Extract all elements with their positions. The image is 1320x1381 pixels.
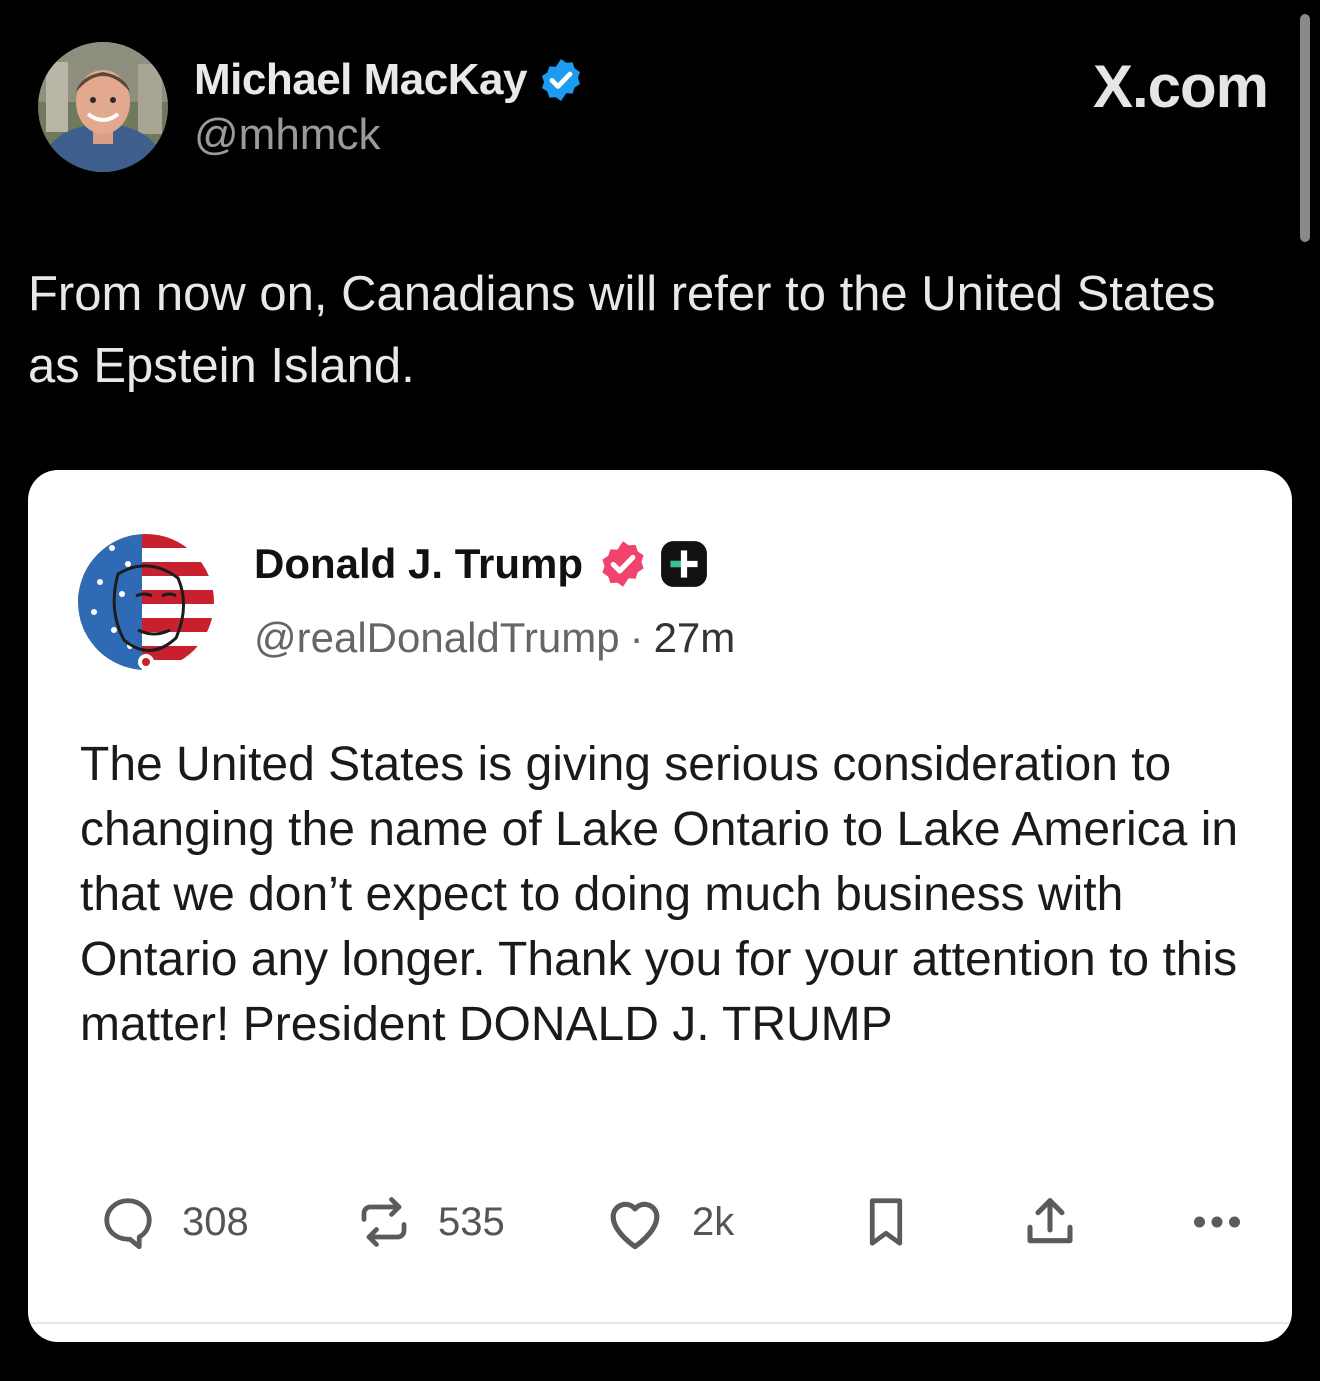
quoted-author-name[interactable]: Donald J. Trump bbox=[254, 540, 583, 588]
quoted-post-text: The United States is giving serious cons… bbox=[80, 738, 1239, 1051]
quoted-author-handle[interactable]: @realDonaldTrump bbox=[254, 614, 620, 662]
tweet-text: From now on, Canadians will refer to the… bbox=[28, 267, 1216, 393]
like-count: 2k bbox=[692, 1199, 735, 1244]
like-button[interactable]: 2k bbox=[602, 1192, 734, 1252]
reply-icon bbox=[104, 1198, 152, 1250]
action-bar: 308 535 2k bbox=[98, 1192, 1240, 1252]
repost-button[interactable]: 535 bbox=[354, 1192, 505, 1252]
bookmark-button[interactable] bbox=[856, 1192, 916, 1252]
quoted-author-avatar[interactable] bbox=[78, 534, 214, 670]
quoted-post-card[interactable]: Donald J. Trump @realDonaldTrump · 27m T… bbox=[28, 470, 1292, 1342]
verified-badge-icon bbox=[541, 59, 580, 101]
share-button[interactable] bbox=[1018, 1192, 1082, 1252]
card-divider bbox=[28, 1322, 1292, 1324]
author-avatar[interactable] bbox=[38, 42, 168, 172]
bookmark-icon bbox=[869, 1198, 903, 1246]
plus-badge-icon bbox=[661, 541, 707, 587]
meta-separator: · bbox=[629, 614, 644, 661]
reply-button[interactable]: 308 bbox=[98, 1192, 249, 1252]
more-icon bbox=[1194, 1216, 1240, 1228]
reply-count: 308 bbox=[182, 1199, 249, 1244]
like-icon bbox=[610, 1201, 660, 1250]
scrollbar[interactable] bbox=[1300, 14, 1310, 242]
author-name[interactable]: Michael MacKay bbox=[194, 55, 527, 105]
share-icon bbox=[1027, 1198, 1073, 1244]
post-time[interactable]: 27m bbox=[654, 614, 736, 662]
brand-logo: X.com bbox=[1092, 53, 1269, 120]
author-handle[interactable]: @mhmck bbox=[194, 110, 585, 160]
more-button[interactable] bbox=[1186, 1192, 1248, 1252]
verified-pink-badge-icon bbox=[602, 541, 644, 587]
repost-icon bbox=[361, 1197, 407, 1247]
repost-count: 535 bbox=[438, 1199, 505, 1244]
